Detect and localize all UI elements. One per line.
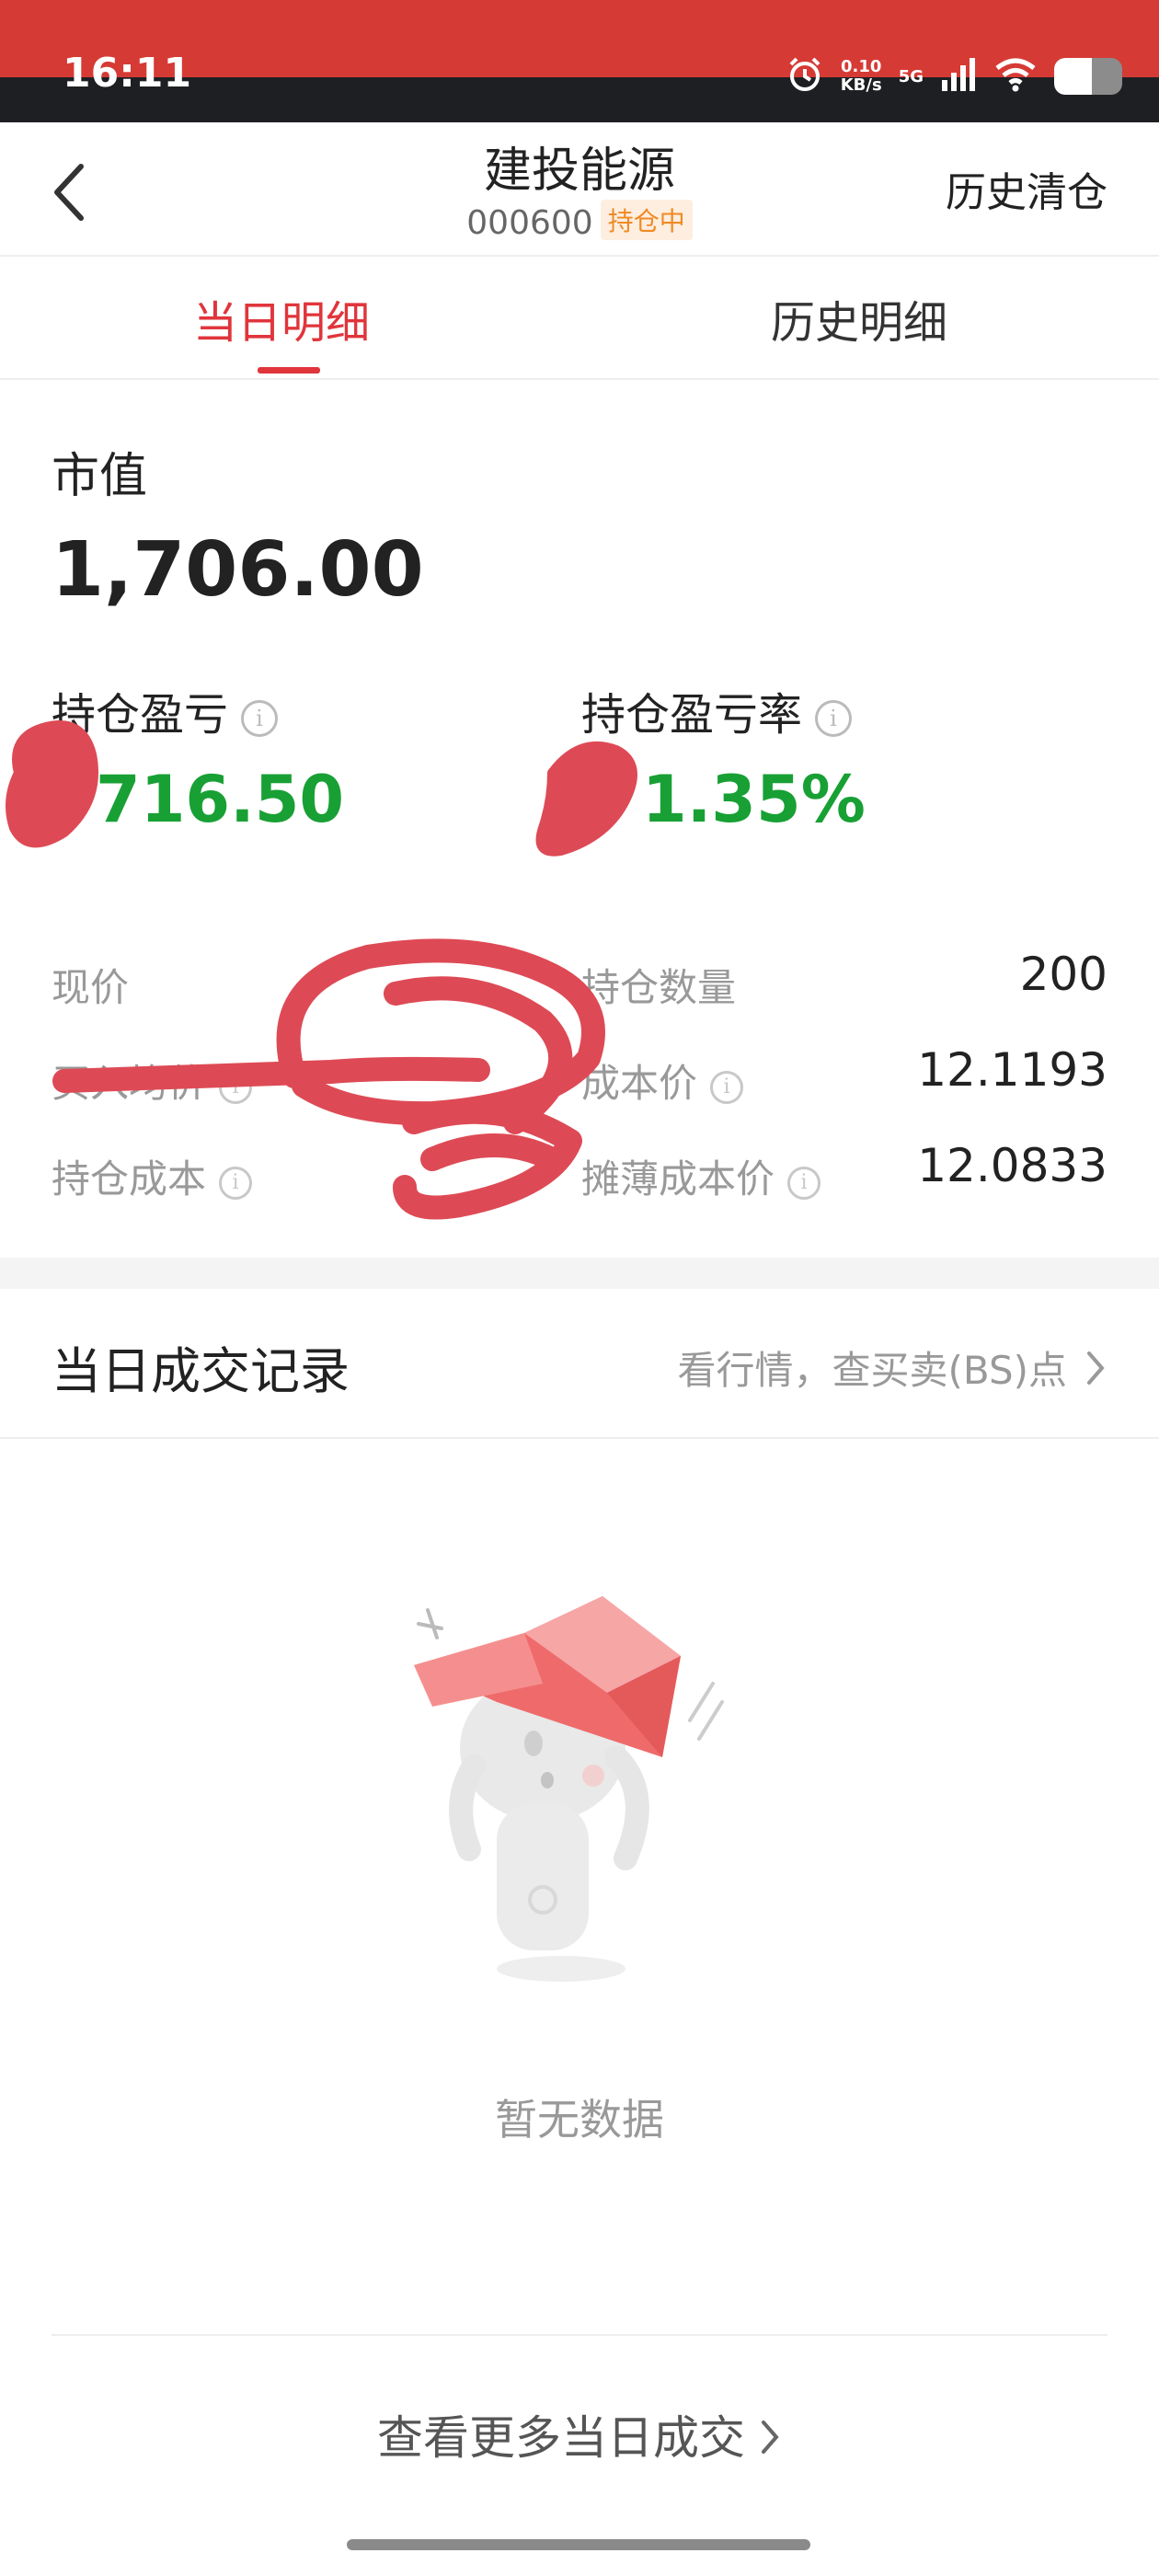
net-speed-unit: KB/s xyxy=(840,75,882,95)
view-more-trades-text: 查看更多当日成交 xyxy=(377,2411,745,2465)
quantity-value: 200 xyxy=(1019,948,1107,1001)
alarm-icon xyxy=(786,55,824,98)
market-value: 1,706.00 xyxy=(52,526,424,614)
position-pl-label: 持仓盈亏 i xyxy=(52,678,279,742)
header: 建投能源 000600 持仓中 历史清仓 xyxy=(0,122,1159,257)
diluted-cost-value: 12.0833 xyxy=(917,1139,1107,1192)
position-pl-value: 716.50 xyxy=(96,762,345,837)
status-bar: 16:11 0.10 KB/s 5G xyxy=(0,0,1159,122)
battery-icon xyxy=(1054,58,1122,95)
home-indicator[interactable] xyxy=(347,2539,810,2550)
divider xyxy=(52,2334,1107,2336)
network-type: 5G xyxy=(898,66,924,86)
view-more-trades-button[interactable]: 查看更多当日成交 xyxy=(0,2401,1159,2468)
tab-today-detail[interactable]: 当日明细 xyxy=(193,286,370,351)
position-pl-rate-label-text: 持仓盈亏率 xyxy=(581,689,803,741)
view-market-link[interactable]: 看行情，查买卖(BS)点 xyxy=(677,1340,1107,1396)
section-gap xyxy=(0,1258,1159,1289)
status-time: 16:11 xyxy=(63,50,192,97)
status-icons: 0.10 KB/s 5G xyxy=(786,53,1122,99)
buy-avg-price-label: 买入均价 i xyxy=(52,1052,253,1109)
stock-code: 000600 xyxy=(466,204,593,242)
info-icon[interactable]: i xyxy=(241,700,279,737)
info-icon[interactable]: i xyxy=(815,700,853,737)
info-icon[interactable]: i xyxy=(219,1071,253,1104)
diluted-cost-label: 摊薄成本价 i xyxy=(581,1148,821,1204)
position-pl-label-text: 持仓盈亏 xyxy=(52,689,229,741)
current-price-label: 现价 xyxy=(52,965,130,1010)
active-tab-indicator xyxy=(258,367,320,374)
market-value-label: 市值 xyxy=(52,449,148,504)
chevron-right-icon xyxy=(758,2415,782,2468)
diluted-cost-label-text: 摊薄成本价 xyxy=(581,1156,775,1202)
empty-state-text: 暂无数据 xyxy=(495,2095,664,2145)
signal-icon xyxy=(940,58,977,95)
trade-records-title: 当日成交记录 xyxy=(52,1342,350,1400)
net-speed: 0.10 KB/s xyxy=(841,58,882,95)
position-cost-label: 持仓成本 i xyxy=(52,1148,253,1204)
quantity-label: 持仓数量 xyxy=(581,965,737,1010)
history-clear-button[interactable]: 历史清仓 xyxy=(946,159,1107,218)
info-icon[interactable]: i xyxy=(710,1071,744,1104)
cost-price-label-text: 成本价 xyxy=(581,1061,698,1106)
cost-price-value: 12.1193 xyxy=(917,1043,1107,1097)
tab-history-detail[interactable]: 历史明细 xyxy=(771,286,947,351)
tab-bar: 当日明细 历史明细 xyxy=(0,259,1159,380)
buy-avg-price-label-text: 买入均价 xyxy=(52,1061,207,1106)
cost-price-label: 成本价 i xyxy=(581,1052,744,1109)
net-speed-value: 0.10 xyxy=(840,57,882,76)
position-cost-label-text: 持仓成本 xyxy=(52,1156,207,1202)
status-badge: 持仓中 xyxy=(600,200,693,240)
position-pl-rate-label: 持仓盈亏率 i xyxy=(581,678,853,742)
info-icon[interactable]: i xyxy=(219,1167,253,1200)
divider xyxy=(0,1437,1159,1439)
empty-state-illustration-icon xyxy=(414,1596,724,1982)
info-icon[interactable]: i xyxy=(787,1167,821,1200)
position-pl-rate-value: 1.35% xyxy=(642,762,866,837)
view-market-link-text: 看行情，查买卖(BS)点 xyxy=(677,1348,1067,1393)
wifi-icon xyxy=(993,57,1038,96)
chevron-right-icon xyxy=(1087,1351,1105,1385)
